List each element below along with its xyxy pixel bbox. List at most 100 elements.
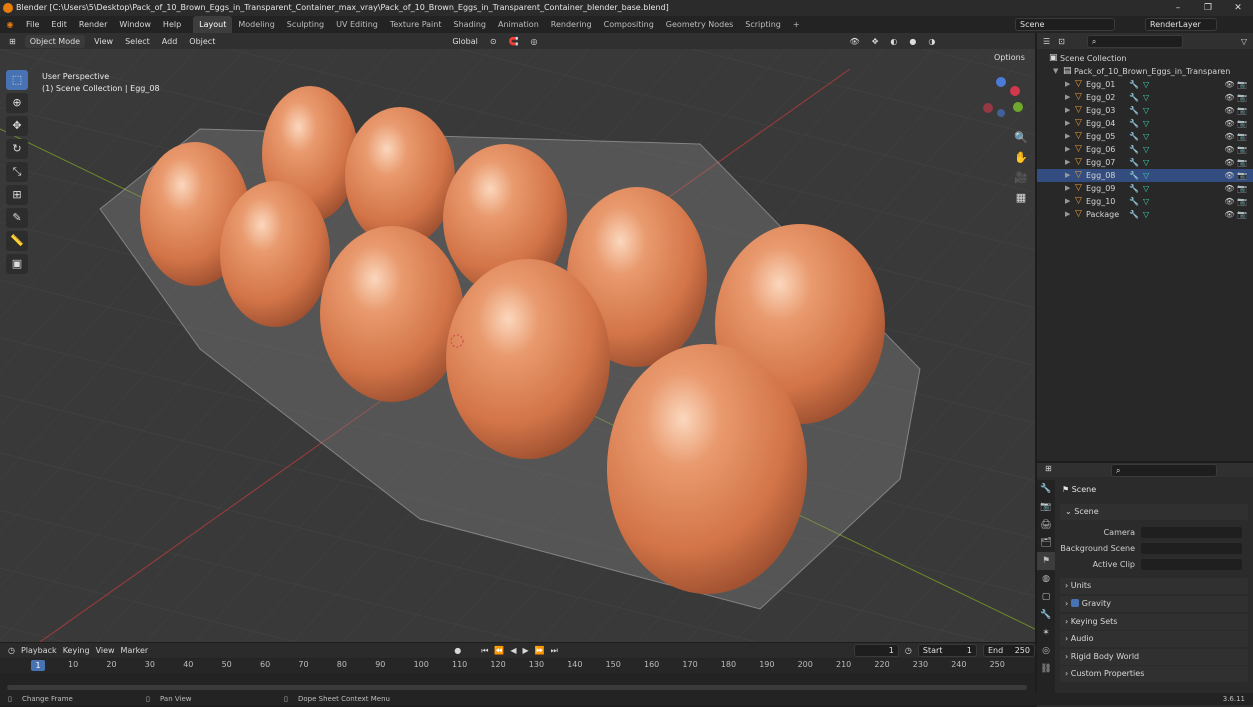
outliner-object-row[interactable]: ▶ ▽ Egg_06 🔧 ▽ 👁 📷 xyxy=(1037,143,1253,156)
outliner-object-row[interactable]: ▶ ▽ Egg_08 🔧 ▽ 👁 📷 xyxy=(1037,169,1253,182)
ortho-toggle-icon[interactable]: ▦ xyxy=(1012,188,1030,208)
chevron-down-icon[interactable]: ▼ xyxy=(1053,65,1063,78)
play-icon[interactable]: ▶ xyxy=(523,646,529,655)
play-reverse-icon[interactable]: ◀ xyxy=(510,646,516,655)
visibility-eye-icon[interactable]: 👁 📷 xyxy=(1224,182,1247,195)
egg-04[interactable] xyxy=(345,107,455,247)
outliner-root-row[interactable]: ▣ Scene Collection xyxy=(1037,52,1253,65)
visibility-icon[interactable]: 👁 xyxy=(847,37,863,46)
visibility-eye-icon[interactable]: 👁 📷 xyxy=(1224,130,1247,143)
outliner-object-row[interactable]: ▶ ▽ Egg_03 🔧 ▽ 👁 📷 xyxy=(1037,104,1253,117)
next-key-icon[interactable]: ⏩ xyxy=(535,646,545,655)
snap-icon[interactable]: 🧲 xyxy=(506,37,522,46)
timeline-scrollbar[interactable] xyxy=(7,685,1027,690)
chevron-right-icon[interactable]: ▶ xyxy=(1065,91,1075,104)
rigid-body-world-panel[interactable]: › Rigid Body World xyxy=(1060,649,1248,665)
chevron-right-icon[interactable]: ▶ xyxy=(1065,130,1075,143)
add-cube-icon[interactable]: ▣ xyxy=(6,254,28,274)
visibility-eye-icon[interactable]: 👁 📷 xyxy=(1224,208,1247,221)
render-tab-icon[interactable]: 📷 xyxy=(1037,498,1055,516)
tab-compositing[interactable]: Compositing xyxy=(598,16,660,33)
object-tab-icon[interactable]: ▢ xyxy=(1037,588,1055,606)
visibility-eye-icon[interactable]: 👁 📷 xyxy=(1224,117,1247,130)
chevron-right-icon[interactable]: ▶ xyxy=(1065,195,1075,208)
tool-tab-icon[interactable]: 🔧 xyxy=(1037,480,1055,498)
properties-search-input[interactable]: ⌕ xyxy=(1111,464,1217,477)
frame-ruler[interactable]: 1 10 20 30 40 50 60 70 80 90 100 110 120 130 140 150 16… xyxy=(0,659,1035,673)
chevron-right-icon[interactable]: ▶ xyxy=(1065,143,1075,156)
clock-icon[interactable]: ◷ xyxy=(905,646,912,655)
menu-help[interactable]: Help xyxy=(157,16,187,33)
visibility-eye-icon[interactable]: 👁 📷 xyxy=(1224,156,1247,169)
scale-icon[interactable]: ⤡ xyxy=(6,162,28,182)
outliner-object-row[interactable]: ▶ ▽ Egg_09 🔧 ▽ 👁 📷 xyxy=(1037,182,1253,195)
gizmo-icon[interactable]: ✥ xyxy=(869,37,882,46)
menu-marker[interactable]: Marker xyxy=(121,646,149,655)
menu-object[interactable]: Object xyxy=(186,37,218,46)
menu-timeline-view[interactable]: View xyxy=(96,646,115,655)
camera-view-icon[interactable]: 🎥 xyxy=(1012,168,1030,188)
tab-sculpting[interactable]: Sculpting xyxy=(281,16,330,33)
orientation-dropdown[interactable]: Global xyxy=(449,37,481,46)
menu-add[interactable]: Add xyxy=(159,37,181,46)
egg-03[interactable] xyxy=(220,181,330,327)
tab-geometry-nodes[interactable]: Geometry Nodes xyxy=(660,16,739,33)
chevron-right-icon[interactable]: ▶ xyxy=(1065,117,1075,130)
keying-sets-panel[interactable]: › Keying Sets xyxy=(1060,614,1248,630)
jump-start-icon[interactable]: ⏮ xyxy=(481,646,488,656)
menu-select[interactable]: Select xyxy=(122,37,153,46)
editor-type-icon[interactable]: ⊞ xyxy=(6,37,19,46)
frame-cursor[interactable]: 1 xyxy=(31,660,45,671)
visibility-eye-icon[interactable]: 👁 📷 xyxy=(1224,91,1247,104)
chevron-right-icon[interactable]: ▶ xyxy=(1065,208,1075,221)
mode-dropdown[interactable]: Object Mode xyxy=(24,34,86,48)
record-icon[interactable]: ● xyxy=(454,646,461,655)
camera-field[interactable] xyxy=(1141,527,1242,538)
background-scene-field[interactable] xyxy=(1141,543,1242,554)
current-frame-field[interactable]: 1 xyxy=(853,644,899,657)
menu-playback[interactable]: Playback xyxy=(21,646,57,655)
modifier-tab-icon[interactable]: 🔧 xyxy=(1037,606,1055,624)
units-panel[interactable]: › Units xyxy=(1060,578,1248,594)
outliner-editor-icon[interactable]: ☰ xyxy=(1043,37,1050,46)
outliner-object-row[interactable]: ▶ ▽ Egg_01 🔧 ▽ 👁 📷 xyxy=(1037,78,1253,91)
menu-window[interactable]: Window xyxy=(113,16,157,33)
menu-render[interactable]: Render xyxy=(73,16,113,33)
audio-panel[interactable]: › Audio xyxy=(1060,631,1248,647)
3d-viewport[interactable] xyxy=(0,49,1035,642)
outliner-display-icon[interactable]: ⊡ xyxy=(1058,37,1065,46)
jump-end-icon[interactable]: ⏭ xyxy=(551,646,558,656)
tab-layout[interactable]: Layout xyxy=(193,16,233,33)
gravity-checkbox[interactable] xyxy=(1070,599,1079,607)
annotate-icon[interactable]: ✎ xyxy=(6,208,28,228)
visibility-eye-icon[interactable]: 👁 📷 xyxy=(1224,104,1247,117)
outliner-object-row[interactable]: ▶ ▽ Package 🔧 ▽ 👁 📷 xyxy=(1037,208,1253,221)
gravity-panel[interactable]: › Gravity xyxy=(1060,596,1248,612)
menu-file[interactable]: File xyxy=(20,16,45,33)
filter-icon[interactable]: ▽ xyxy=(1241,37,1247,46)
tab-animation[interactable]: Animation xyxy=(492,16,545,33)
proportional-edit-icon[interactable]: ◎ xyxy=(528,37,541,46)
pan-hand-icon[interactable]: ✋ xyxy=(1012,148,1030,168)
menu-keying[interactable]: Keying xyxy=(63,646,90,655)
end-frame-field[interactable]: End 250 xyxy=(982,644,1035,657)
visibility-eye-icon[interactable]: 👁 📷 xyxy=(1224,143,1247,156)
blender-menu-icon[interactable]: ◉ xyxy=(0,20,20,29)
output-tab-icon[interactable]: 🖨 xyxy=(1037,516,1055,534)
visibility-eye-icon[interactable]: 👁 📷 xyxy=(1224,169,1247,182)
maximize-icon[interactable]: ❐ xyxy=(1193,0,1223,16)
tab-scripting[interactable]: Scripting xyxy=(739,16,787,33)
measure-icon[interactable]: 📏 xyxy=(6,231,28,251)
rotate-icon[interactable]: ↻ xyxy=(6,139,28,159)
egg-06[interactable] xyxy=(320,226,464,402)
tab-shading[interactable]: Shading xyxy=(447,16,492,33)
menu-view[interactable]: View xyxy=(91,37,116,46)
active-clip-field[interactable] xyxy=(1141,559,1242,570)
move-icon[interactable]: ✥ xyxy=(6,116,28,136)
visibility-eye-icon[interactable]: 👁 📷 xyxy=(1224,78,1247,91)
shading-solid-icon[interactable]: ● xyxy=(906,37,919,46)
outliner-object-row[interactable]: ▶ ▽ Egg_10 🔧 ▽ 👁 📷 xyxy=(1037,195,1253,208)
scene-field[interactable]: Scene xyxy=(1015,18,1115,31)
outliner-search-input[interactable]: ⌕ xyxy=(1086,34,1183,48)
timeline-editor-icon[interactable]: ◷ xyxy=(8,646,15,655)
